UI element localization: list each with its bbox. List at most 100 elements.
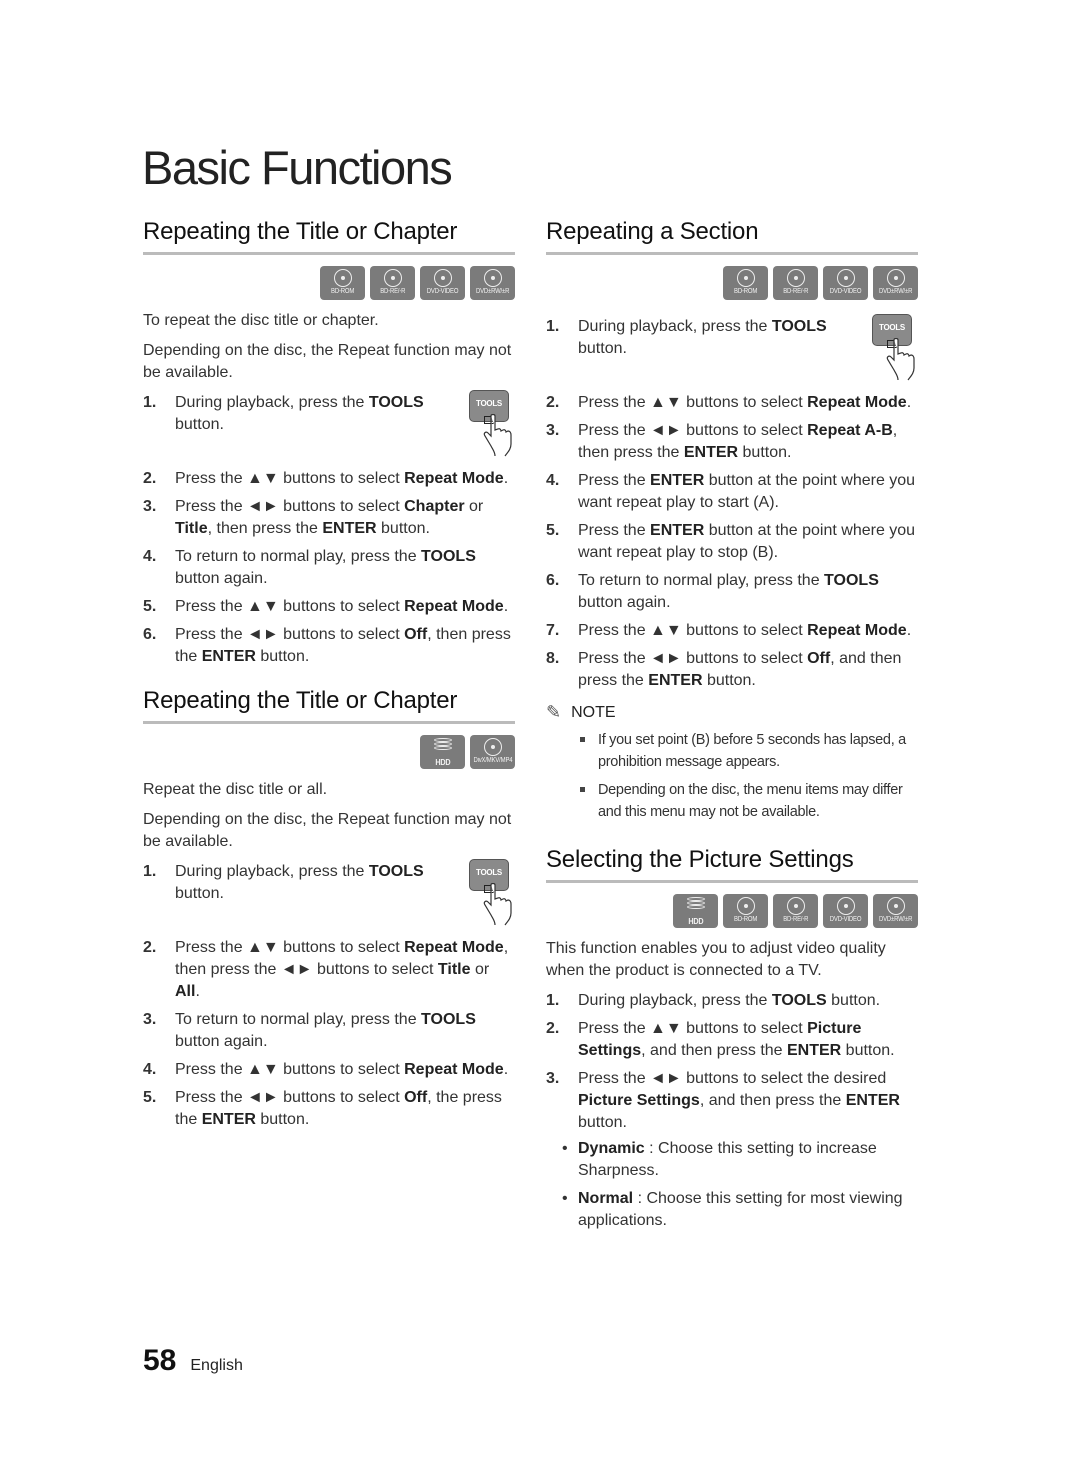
film-reel-icon — [483, 738, 502, 756]
step-text: , then press the — [207, 520, 323, 537]
emphasis-text: TOOLS — [771, 992, 827, 1009]
emphasis-text: Title — [175, 520, 208, 537]
step-number: 7. — [546, 622, 560, 639]
step-number: 6. — [546, 572, 560, 589]
step-text: Press the ▲▼ buttons to select — [175, 939, 405, 956]
disc-icon — [433, 269, 452, 287]
step-number: 1. — [143, 394, 157, 411]
emphasis-text: Picture Settings — [578, 1092, 700, 1109]
step-number: 1. — [143, 863, 157, 880]
section-repeat-title-chapter-1: Repeating the Title or Chapter BD-ROM BD-… — [143, 218, 515, 674]
step-text: button again. — [175, 570, 268, 587]
tools-button-illustration: TOOLS — [872, 314, 916, 381]
step-text: Press the ▲▼ buttons to select — [175, 1061, 405, 1078]
media-badge: DivX/MKV/MP4 — [470, 735, 515, 769]
media-badge: BD-ROM — [320, 266, 365, 300]
step-text: During playback, press the — [175, 394, 369, 411]
media-badge: DVD±RW/±R — [470, 266, 515, 300]
step-text: . — [503, 470, 509, 487]
step-item: 1. During playback, press the TOOLS butto… — [143, 390, 515, 462]
step-text: . — [503, 598, 509, 615]
pencil-icon: ✎ — [546, 702, 562, 722]
section-title: Repeating the Title or Chapter — [143, 687, 515, 724]
emphasis-text: Repeat Mode — [404, 939, 504, 956]
media-badge: DVD-VIDEO — [823, 266, 868, 300]
step-text: Press the ◄► buttons to select — [578, 650, 808, 667]
media-badge: HDD — [673, 894, 718, 928]
disc-icon — [786, 269, 805, 287]
steps-list: 1. During playback, press the TOOLS butto… — [546, 990, 918, 1134]
media-badge: BD-ROM — [723, 266, 768, 300]
step-text: . — [906, 394, 912, 411]
media-badge: BD-RE/-R — [773, 894, 818, 928]
step-item: 7. Press the ▲▼ buttons to select Repeat … — [546, 620, 918, 642]
step-number: 1. — [546, 992, 560, 1009]
step-item: 4. To return to normal play, press the TO… — [143, 546, 515, 590]
emphasis-text: TOOLS — [421, 1011, 476, 1028]
disc-icon — [886, 269, 905, 287]
step-text: Press the ◄► buttons to select — [175, 498, 405, 515]
emphasis-text: ENTER — [201, 648, 256, 665]
step-number: 3. — [546, 422, 560, 439]
step-text: or — [464, 498, 484, 515]
pointing-hand-icon — [483, 883, 512, 926]
step-number: 8. — [546, 650, 560, 667]
note-label: NOTE — [571, 703, 616, 721]
step-text: button again. — [578, 594, 671, 611]
media-badge: DVD-VIDEO — [420, 266, 465, 300]
emphasis-text: Repeat Mode — [404, 598, 504, 615]
disc-icon — [886, 897, 905, 915]
step-item: 1. During playback, press the TOOLS butto… — [546, 990, 918, 1012]
step-number: 2. — [143, 470, 157, 487]
step-item: 4. Press the ▲▼ buttons to select Repeat … — [143, 1059, 515, 1081]
section-repeat-title-chapter-2: Repeating the Title or Chapter HDD DivX/M… — [143, 687, 515, 1137]
tools-label: TOOLS — [476, 868, 502, 877]
tools-label: TOOLS — [476, 399, 502, 408]
picture-options-list: Dynamic : Choose this setting to increas… — [562, 1138, 918, 1232]
badge-label: BD-ROM — [330, 288, 355, 295]
step-text: . — [195, 983, 200, 1000]
media-badge: DVD±RW/±R — [873, 266, 918, 300]
step-text: During playback, press the — [175, 863, 369, 880]
step-text: Press the ◄► buttons to select — [175, 1089, 405, 1106]
step-text: Press the ▲▼ buttons to select — [175, 470, 405, 487]
step-text: During playback, press the — [578, 992, 772, 1009]
note-heading: ✎ NOTE — [546, 702, 918, 723]
step-item: 3. Press the ◄► buttons to select the des… — [546, 1068, 918, 1134]
step-number: 6. — [143, 626, 157, 643]
section-picture-settings: Selecting the Picture Settings HDD BD-ROM… — [546, 846, 918, 1238]
step-number: 3. — [143, 1011, 157, 1028]
media-badge: BD-ROM — [723, 894, 768, 928]
emphasis-text: Repeat Mode — [807, 394, 907, 411]
page-footer: 58 English — [143, 1344, 243, 1378]
steps-list: 1. During playback, press the TOOLS butto… — [143, 390, 515, 668]
badge-label: HDD — [687, 916, 704, 926]
badge-label: DVD±RW/±R — [475, 288, 510, 295]
option-item: Normal : Choose this setting for most vi… — [562, 1188, 918, 1232]
disc-icon — [786, 897, 805, 915]
badge-label: DVD-VIDEO — [426, 288, 459, 295]
emphasis-text: ENTER — [648, 672, 703, 689]
steps-list: 1. During playback, press the TOOLS butto… — [546, 314, 918, 692]
step-item: 1. During playback, press the TOOLS butto… — [143, 859, 515, 931]
emphasis-text: Off — [404, 1089, 428, 1106]
hdd-icon — [686, 897, 705, 915]
emphasis-text: ENTER — [322, 520, 377, 537]
step-text: To return to normal play, press the — [175, 1011, 422, 1028]
emphasis-text: ENTER — [845, 1092, 900, 1109]
pointing-hand-icon — [483, 414, 512, 457]
disc-icon — [836, 269, 855, 287]
step-text: or — [470, 961, 490, 978]
step-text: button. — [702, 672, 756, 689]
step-number: 2. — [546, 1020, 560, 1037]
badge-label: DVD±RW/±R — [878, 916, 913, 923]
intro-paragraph: Repeat the disc title or all. — [143, 781, 328, 798]
intro-text: Repeat the disc title or all. Depending o… — [143, 779, 515, 853]
emphasis-text: TOOLS — [368, 394, 424, 411]
step-text: . — [906, 622, 912, 639]
note-item: If you set point (B) before 5 seconds ha… — [578, 729, 918, 773]
language-label: English — [190, 1357, 243, 1374]
step-number: 4. — [143, 1061, 157, 1078]
badge-label: DivX/MKV/MP4 — [473, 757, 512, 764]
option-name: Normal — [578, 1190, 634, 1207]
